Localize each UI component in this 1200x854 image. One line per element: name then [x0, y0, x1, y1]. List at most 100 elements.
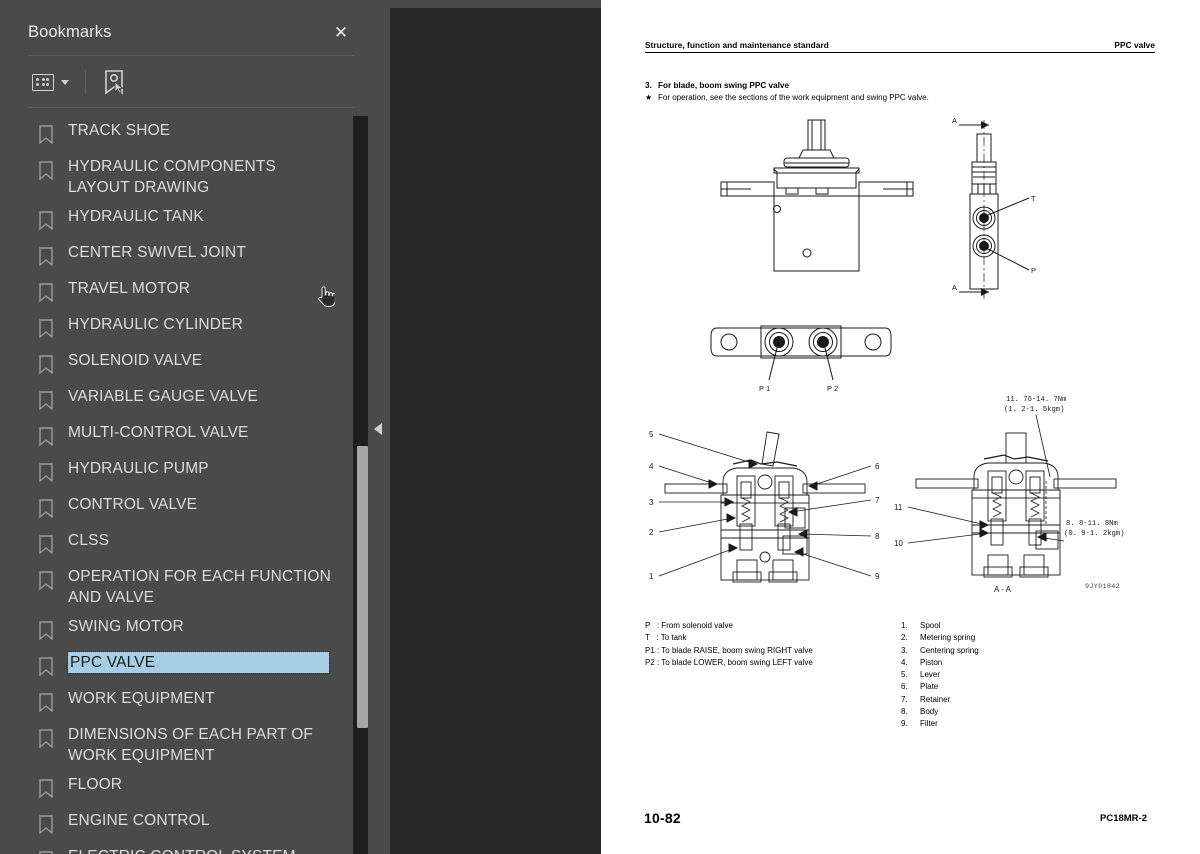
bookmark-item[interactable]: DIMENSIONS OF EACH PART OF WORK EQUIPMEN… — [16, 720, 353, 770]
parts-legend-name: Filter — [920, 719, 938, 729]
bookmark-item[interactable]: ENGINE CONTROL — [16, 806, 353, 842]
callout-p2: P 2 — [827, 384, 838, 393]
parts-legend-name: Piston — [920, 657, 943, 667]
parts-legend-row: 6. Plate — [901, 681, 979, 693]
port-legend-row: T : To tank — [645, 633, 687, 643]
bookmark-item-label: PPC VALVE — [67, 651, 330, 674]
torque-lower-line2: (0. 9-1. 2kgm) — [1064, 530, 1124, 538]
bookmark-flag-icon — [39, 729, 53, 748]
torque-lower-line1: 8. 8-11. 8Nm — [1066, 520, 1118, 528]
figure-ppc-valve-side-view: A A T P — [952, 116, 1036, 300]
bookmarks-toolbar — [8, 56, 368, 108]
bookmark-item[interactable]: HYDRAULIC COMPONENTS LAYOUT DRAWING — [16, 152, 353, 202]
parts-legend-number: 6. — [901, 682, 908, 692]
callout-10: 10 — [894, 539, 903, 548]
bookmark-item[interactable]: HYDRAULIC CYLINDER — [16, 310, 353, 346]
bookmark-item[interactable]: HYDRAULIC PUMP — [16, 454, 353, 490]
close-icon[interactable]: ✕ — [328, 19, 354, 45]
bookmark-item[interactable]: CLSS — [16, 526, 353, 562]
bookmark-item-label: SOLENOID VALVE — [68, 352, 203, 369]
bookmark-item-label: TRAVEL MOTOR — [68, 280, 191, 297]
port-legend-row: P1 : To blade RAISE, boom swing RIGHT va… — [645, 645, 813, 655]
chevron-down-icon — [61, 79, 69, 85]
parts-legend-row: 8. Body — [901, 706, 979, 718]
bookmark-flag-icon — [39, 779, 53, 798]
parts-legend-row: 2. Metering spring — [901, 632, 979, 644]
bookmark-item[interactable]: TRAVEL MOTOR — [16, 274, 353, 310]
bookmarks-scrollbar-thumb[interactable] — [357, 446, 368, 728]
parts-legend-number: 2. — [901, 633, 908, 643]
parts-legend-row: 3. Centering spring — [901, 645, 979, 657]
bookmark-flag-icon — [39, 355, 53, 374]
bookmark-item[interactable]: ELECTRIC CONTROL SYSTEM — [16, 842, 353, 854]
new-bookmark-icon — [105, 70, 125, 95]
bookmark-item[interactable]: VARIABLE GAUGE VALVE — [16, 382, 353, 418]
bookmark-item[interactable]: TRACK SHOE — [16, 116, 353, 152]
callout-8: 8 — [875, 532, 880, 541]
bookmark-item[interactable]: OPERATION FOR EACH FUNCTION AND VALVE — [16, 562, 353, 612]
parts-legend-name: Retainer — [920, 694, 951, 704]
callout-11: 11 — [894, 503, 903, 512]
bookmark-item-label: OPERATION FOR EACH FUNCTION AND VALVE — [68, 568, 331, 606]
collapse-left-arrow-icon[interactable] — [374, 423, 382, 435]
parts-legend-number: 1. — [901, 621, 908, 630]
bookmark-item[interactable]: CONTROL VALVE — [16, 490, 353, 526]
callout-p1: P 1 — [759, 384, 770, 393]
bookmark-flag-icon — [39, 571, 53, 590]
application-window: Bookmarks ✕ TRACK SHOE HYDRAULIC COMPONEN… — [0, 0, 1200, 854]
bookmark-flag-icon — [39, 427, 53, 446]
callout-7: 7 — [875, 496, 880, 505]
bookmark-item-label: CONTROL VALVE — [68, 496, 198, 513]
torque-upper-line1: 11. 76-14. 7Nm — [1006, 396, 1066, 404]
bookmark-flag-icon — [39, 463, 53, 482]
bookmarks-list[interactable]: TRACK SHOE HYDRAULIC COMPONENTS LAYOUT DR… — [16, 116, 353, 854]
figure-ppc-valve-section-aa: 11 10 11. 76-14. 7Nm (1. 2-1. 5kgm) 8. 8… — [894, 396, 1124, 594]
bookmark-flag-icon — [39, 161, 53, 180]
bookmark-flag-icon — [39, 621, 53, 640]
bookmarks-panel-header: Bookmarks ✕ — [8, 8, 368, 56]
torque-upper-line2: (1. 2-1. 5kgm) — [1004, 406, 1064, 414]
list-options-button[interactable] — [28, 65, 73, 99]
bookmark-item[interactable]: HYDRAULIC TANK — [16, 202, 353, 238]
bookmark-item-label: HYDRAULIC PUMP — [68, 460, 209, 477]
parts-legend-number: 7. — [901, 694, 908, 704]
bookmark-flag-icon — [39, 247, 53, 266]
figure-ppc-valve-bottom-view: P 1 P 2 — [710, 325, 892, 393]
bookmark-item[interactable]: WORK EQUIPMENT — [16, 684, 353, 720]
bookmark-item-label: WORK EQUIPMENT — [68, 690, 215, 707]
port-legend-row: P : From solenoid valve — [645, 621, 733, 630]
figure-ppc-valve-cross-section: 5 4 3 2 1 6 7 8 9 — [649, 430, 880, 583]
parts-legend-number: 5. — [901, 670, 908, 680]
parts-legend-row: 7. Retainer — [901, 694, 979, 706]
model-number: PC18MR-2 — [1100, 813, 1147, 824]
bookmark-item[interactable]: FLOOR — [16, 770, 353, 806]
bookmark-item-label: SWING MOTOR — [68, 618, 184, 635]
bookmark-flag-icon — [39, 657, 53, 676]
parts-legend-name: Metering spring — [920, 633, 976, 643]
parts-legend-number: 9. — [901, 719, 908, 729]
bookmark-item-label: FLOOR — [68, 776, 123, 793]
callout-a-top: A — [952, 116, 957, 125]
parts-legend-name: Centering spring — [920, 645, 979, 655]
bookmark-flag-icon — [39, 211, 53, 230]
bookmark-item[interactable]: CENTER SWIVEL JOINT — [16, 238, 353, 274]
star-icon: ★ — [645, 93, 653, 102]
bookmark-item[interactable]: PPC VALVE — [16, 648, 353, 684]
bookmark-item[interactable]: SWING MOTOR — [16, 612, 353, 648]
bookmark-item-label: TRACK SHOE — [68, 122, 171, 139]
bookmark-item-label: ENGINE CONTROL — [68, 812, 210, 829]
bookmark-flag-icon — [39, 283, 53, 302]
bookmark-item-label: DIMENSIONS OF EACH PART OF WORK EQUIPMEN… — [68, 726, 314, 764]
toolbar-divider — [28, 107, 354, 108]
parts-legend-number: 3. — [901, 645, 908, 655]
window-left-edge — [0, 8, 8, 854]
bookmark-flag-icon — [39, 693, 53, 712]
bookmark-item-label: CLSS — [68, 532, 110, 549]
bookmark-flag-icon — [39, 125, 53, 144]
new-bookmark-button[interactable] — [98, 65, 130, 99]
parts-legend-name: Spool — [920, 621, 941, 630]
bookmark-item[interactable]: MULTI-CONTROL VALVE — [16, 418, 353, 454]
bookmark-item[interactable]: SOLENOID VALVE — [16, 346, 353, 382]
header-left-text: Structure, function and maintenance stan… — [645, 40, 829, 50]
parts-legend-row: 5. Lever — [901, 669, 979, 681]
